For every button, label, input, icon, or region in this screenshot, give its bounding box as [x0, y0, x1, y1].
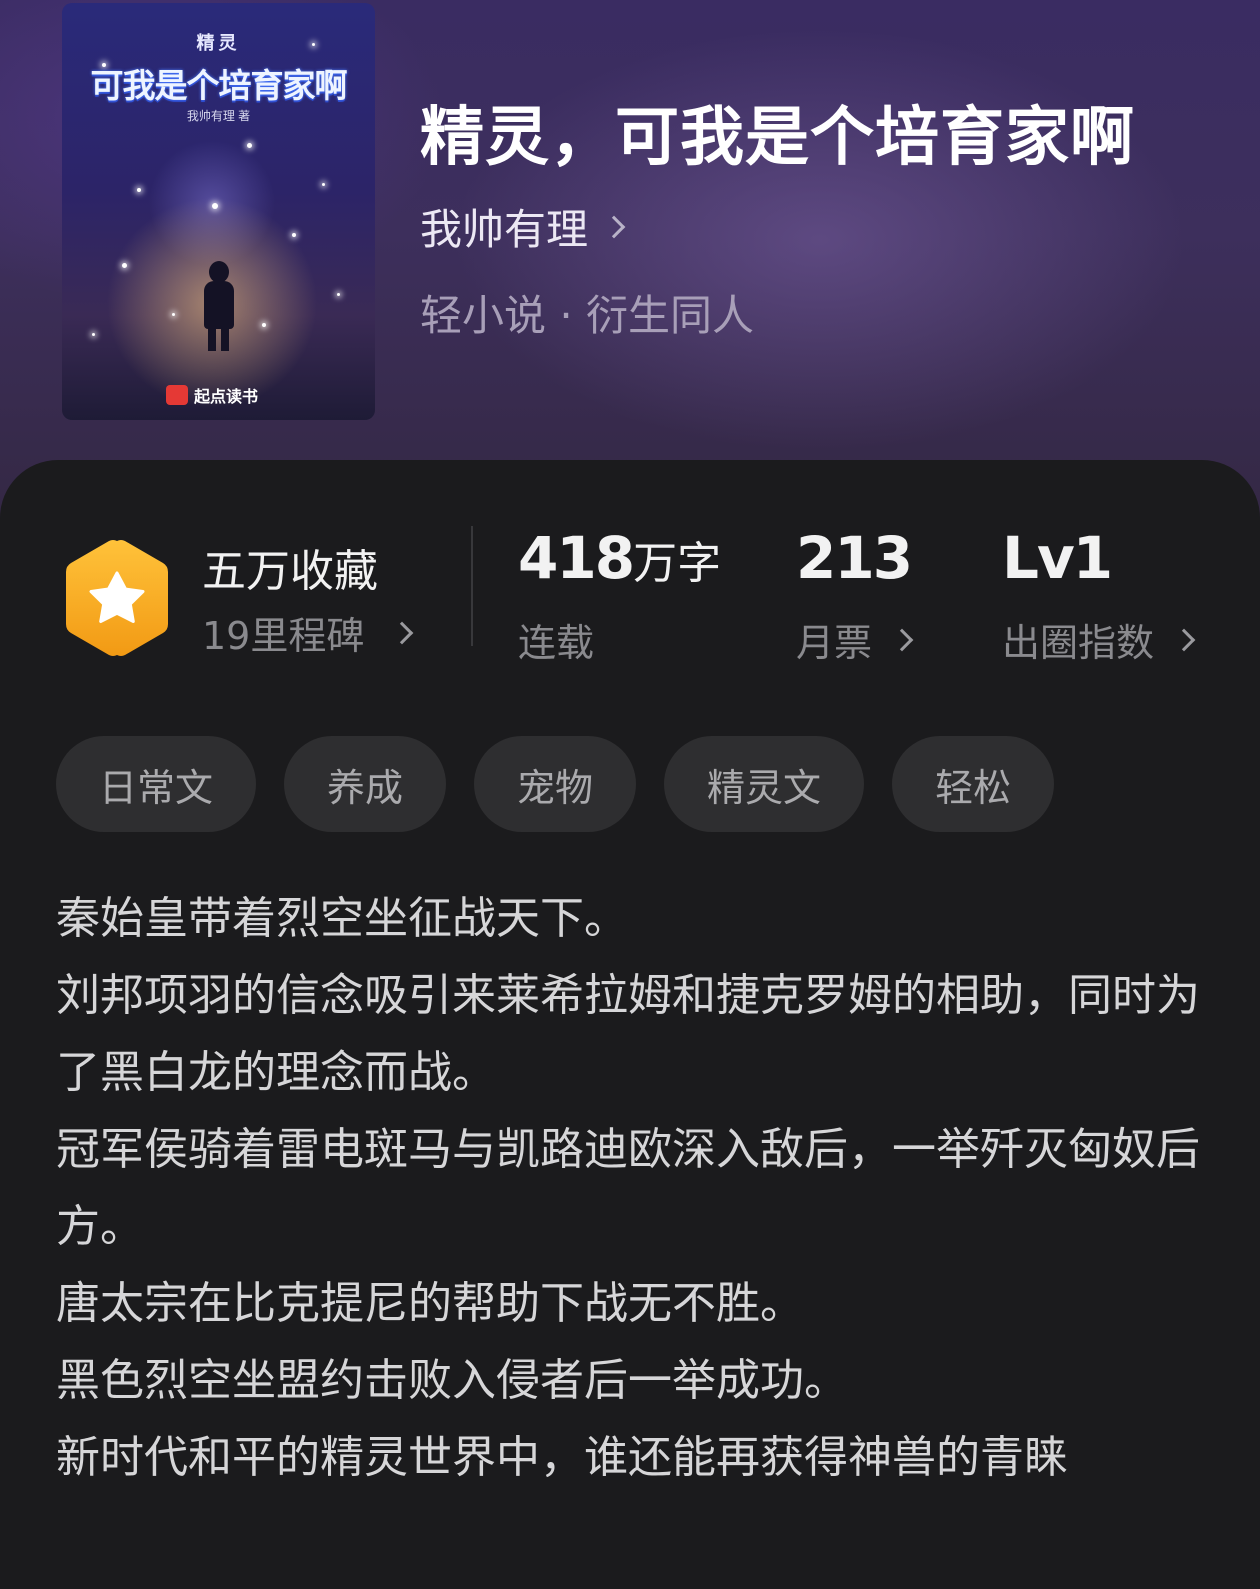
cover-publisher-logo: 起点读书	[166, 383, 258, 407]
description-line: 唐太宗在比克提尼的帮助下战无不胜。	[56, 1278, 804, 1329]
book-cover[interactable]: 精灵 可我是个培育家啊 我帅有理 著 起点读书	[62, 3, 375, 420]
word-count: 418万字	[518, 524, 721, 592]
chevron-right-icon	[391, 621, 414, 644]
word-count-number: 418	[518, 524, 635, 592]
tag-list: 日常文 养成 宠物 精灵文 轻松	[56, 736, 1055, 832]
cover-badge: 精灵	[196, 33, 241, 53]
book-title: 精灵，可我是个培育家啊	[420, 100, 1135, 175]
author-link[interactable]: 我帅有理	[420, 196, 626, 257]
book-genre: 轻小说 · 衍生同人	[420, 291, 755, 340]
popularity-index: Lv1	[1002, 524, 1113, 592]
star-hexagon-icon	[66, 540, 168, 656]
monthly-tickets-label: 月票	[796, 621, 873, 665]
monthly-tickets-link[interactable]: 月票	[796, 612, 914, 667]
tag-chip[interactable]: 精灵文	[664, 736, 865, 832]
popularity-index-label: 出圈指数	[1002, 621, 1155, 665]
word-count-unit: 万字	[633, 538, 722, 589]
popularity-index-link[interactable]: 出圈指数	[1002, 612, 1196, 667]
tag-chip[interactable]: 日常文	[56, 736, 257, 832]
book-header: 精灵 可我是个培育家啊 我帅有理 著 起点读书 精灵，可我是个培育家啊 我帅有理…	[0, 0, 1260, 520]
description-line: 新时代和平的精灵世界中，谁还能再获得神兽的青睐	[56, 1432, 1068, 1483]
tag-chip[interactable]: 养成	[284, 736, 447, 832]
cover-author: 我帅有理 著	[186, 109, 251, 123]
monthly-tickets: 213	[796, 524, 913, 592]
author-name: 我帅有理	[420, 205, 589, 254]
chevron-right-icon	[1172, 628, 1196, 651]
tag-chip[interactable]: 轻松	[892, 736, 1055, 832]
milestone-label: 19里程碑	[202, 614, 365, 658]
stats-divider	[471, 526, 473, 646]
description-line: 黑色烈空坐盟约击败入侵者后一举成功。	[56, 1355, 848, 1406]
popularity-index-level: Lv1	[1002, 524, 1113, 592]
publisher-logo-icon	[166, 385, 188, 405]
monthly-tickets-number: 213	[796, 524, 913, 592]
cover-publisher: 起点读书	[194, 389, 259, 406]
chevron-right-icon	[890, 628, 914, 651]
tag-chip[interactable]: 宠物	[474, 736, 637, 832]
description-line: 秦始皇带着烈空坐征战天下。	[56, 893, 628, 944]
cover-title: 可我是个培育家啊	[90, 66, 348, 105]
description-line: 刘邦项羽的信念吸引来莱希拉姆和捷克罗姆的相助，同时为了黑白龙的理念而战。	[56, 970, 1200, 1098]
description-line: 冠军侯骑着雷电斑马与凯路迪欧深入敌后，一举歼灭匈奴后方。	[56, 1124, 1200, 1252]
serial-status: 连载	[518, 621, 595, 665]
cover-child-silhouette	[199, 261, 239, 351]
milestone-link[interactable]: 19里程碑	[202, 605, 414, 660]
collection-title: 五万收藏	[202, 546, 378, 597]
book-description[interactable]: 秦始皇带着烈空坐征战天下。 刘邦项羽的信念吸引来莱希拉姆和捷克罗姆的相助，同时为…	[56, 880, 1216, 1496]
chevron-right-icon	[602, 215, 626, 238]
